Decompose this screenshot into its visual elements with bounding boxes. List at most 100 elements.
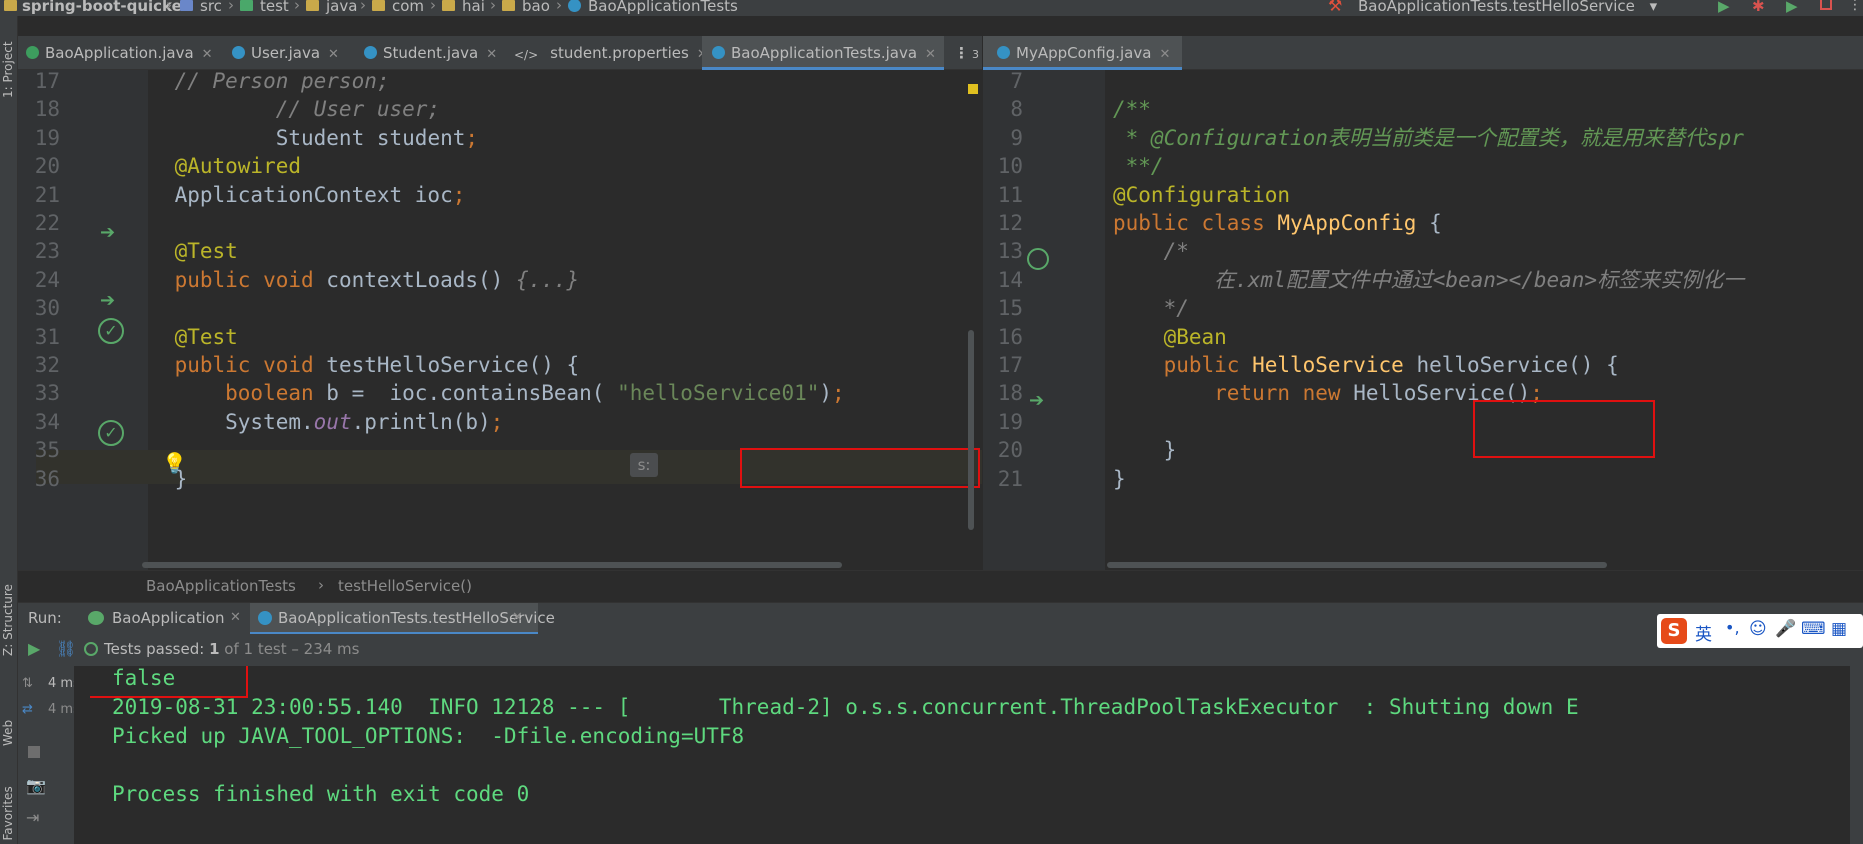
test-class-icon [258,611,272,625]
ime-toolbar[interactable]: S 英 •, ☺ 🎤 ⌨ ▦ [1657,614,1863,648]
left-code-editor[interactable]: 17 // Person person; 18 // User user; 19 S… [18,70,982,570]
tab-baoapplicationtests[interactable]: BaoApplicationTests.java ✕ [702,36,944,70]
emoji-icon: ☺ [1749,619,1767,639]
run-tab-active[interactable]: BaoApplicationTests.testHelloService ✕ [250,603,555,635]
code-token: {...} [515,267,580,292]
debug-icon[interactable]: ✱ [1752,0,1765,15]
code-token: ApplicationContext ioc [124,182,453,207]
code-token: ; [832,381,845,406]
code-token: */ [1113,296,1189,321]
code-line[interactable]: 21} [983,462,1863,496]
code-token: * @Configuration表明当前类是一个配置类，就是用来替代spr [1113,125,1744,150]
nav-bao[interactable]: bao [522,0,550,15]
console-line: 2019-08-31 23:00:55.140 INFO 12128 --- [… [112,695,1579,719]
param-hint-icon: s: [630,453,658,477]
tab-student-properties[interactable]: </>student.properties✕ [514,36,708,70]
autowired-gutter-icon[interactable]: ➔ [100,290,115,311]
chevron-right-icon: › [556,0,562,14]
structure-tool-button[interactable]: Z: Structure [1,584,15,656]
web-tool-button[interactable]: Web [1,720,15,746]
test-passed-icon[interactable]: ✓ [98,420,124,446]
test-passed-icon[interactable]: ✓ [98,318,124,344]
spring-config-icon[interactable] [1027,248,1049,270]
console-line: Process finished with exit code 0 [112,782,530,806]
code-token: } [1113,438,1177,463]
code-token: public void [124,267,327,292]
breadcrumb-class[interactable]: BaoApplicationTests [146,577,296,595]
class-icon [364,46,377,59]
camera-icon[interactable]: 📷 [26,776,46,795]
source-folder-icon [180,0,193,11]
coverage-icon[interactable]: ▶ [1786,0,1798,15]
nav-src[interactable]: src [200,0,222,15]
code-token: // User user; [124,97,441,122]
code-token: .println(b) [351,409,491,434]
rerun-icon[interactable]: ▶ [28,639,40,658]
exit-icon[interactable]: ⇥ [26,808,39,827]
nav-java[interactable]: java [326,0,357,15]
mic-icon: 🎤 [1775,619,1797,639]
close-icon: ✕ [328,47,339,62]
package-icon [372,0,385,11]
sort-icon[interactable]: ⇅ [22,676,33,691]
run-side-panel: ⇅ 4 ms ⇄ 4 ms 📷 ⇥ [18,666,90,844]
stop-icon[interactable] [1820,0,1832,10]
bean-gutter-icon[interactable]: ➔ [1029,390,1044,411]
test-class-icon [712,46,725,59]
nav-test[interactable]: test [260,0,289,15]
hammer-icon[interactable]: ⚒ [1328,0,1342,15]
link-icon[interactable]: ⛓ [56,639,76,658]
console-output[interactable]: false 2019-08-31 23:00:55.140 INFO 12128… [90,666,1850,844]
run-tab-baoapplication[interactable]: BaoApplication [112,609,224,627]
tab-myappconfig[interactable]: MyAppConfig.java ✕ [983,36,1183,70]
horizontal-scrollbar[interactable] [142,562,842,568]
tab-overflow[interactable]: ⋮ 3 [954,36,979,70]
tab-user[interactable]: User.java ✕ [232,36,339,70]
code-token: MyAppConfig [1277,211,1417,235]
more-icon[interactable]: ⋮ [1848,0,1862,13]
code-token: @Autowired [124,154,302,179]
right-code-editor[interactable]: 7 8/** 9 * @Configuration表明当前类是一个配置类，就是用来替… [983,70,1863,570]
code-token: ) [819,381,833,406]
console-scrollbar[interactable] [1850,666,1863,844]
line-number: 36 [34,466,60,491]
sogou-icon: S [1661,618,1687,644]
stop-icon[interactable] [28,746,40,758]
lightbulb-icon[interactable]: 💡 [162,451,187,475]
warning-marker[interactable] [968,84,978,94]
horizontal-scrollbar[interactable] [1107,562,1607,568]
nav-com[interactable]: com [392,0,424,15]
code-token: // Person person; [124,70,390,93]
properties-icon: </> [514,48,539,62]
nav-project[interactable]: spring-boot-quicker [22,0,189,15]
autowired-gutter-icon[interactable]: ➔ [100,222,115,243]
tab-baoapplication[interactable]: BaoApplication.java ✕ [26,36,213,70]
run-config-selector[interactable]: BaoApplicationTests.testHelloService ▾ [1358,0,1708,15]
highlight-box-result [90,666,248,698]
more-tabs-icon: ⋮ [954,44,969,62]
close-icon[interactable]: ✕ [230,610,241,625]
code-token: testHelloService() { [326,353,580,377]
nav-hai[interactable]: hai [462,0,485,15]
code-token: helloService() { [1403,353,1619,377]
highlight-box-bean-name [740,448,980,488]
run-icon[interactable]: ▶ [1718,0,1730,15]
vertical-scrollbar[interactable] [968,330,974,530]
close-icon: ✕ [201,47,213,62]
project-tool-button[interactable]: 1: Project [1,41,15,98]
code-token: @Test [124,324,238,349]
nav-class[interactable]: BaoApplicationTests [588,0,738,15]
editor-breadcrumb: BaoApplicationTests › testHelloService() [18,570,1863,602]
chevron-right-icon: › [228,0,234,14]
tab-student[interactable]: Student.java ✕ [364,36,497,70]
code-token: public class [1113,211,1278,235]
breadcrumb-method[interactable]: testHelloService() [338,577,472,595]
code-token: ; [465,125,479,150]
left-tool-strip: 1: Project Z: Structure Web 2: Favorites [0,16,18,844]
code-token: { [1416,211,1442,235]
code-token: student [364,125,466,150]
sort-duration-icon[interactable]: ⇄ [22,702,33,717]
code-token: boolean [124,381,327,406]
run-toolbar: ▶ ⛓ Tests passed: 1 of 1 test – 234 ms [18,634,1863,666]
favorites-tool-button[interactable]: 2: Favorites [1,786,15,844]
